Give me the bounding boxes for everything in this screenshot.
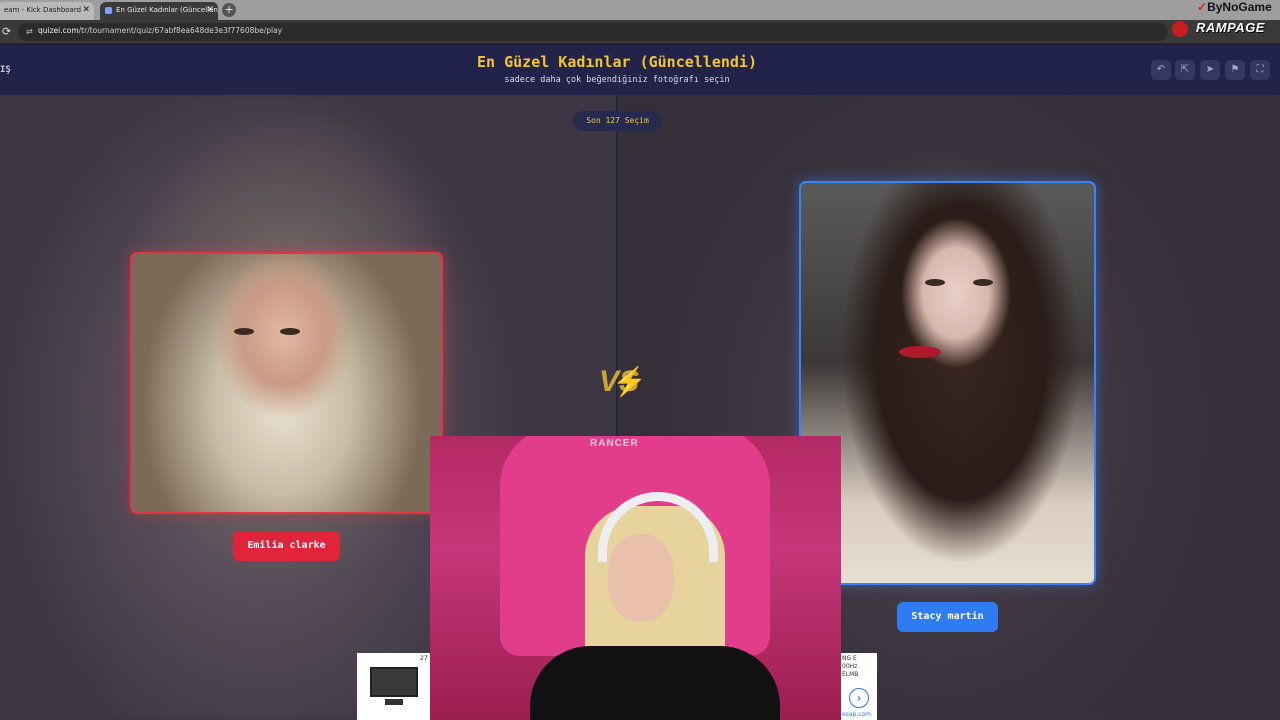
- rampage-logo: RAMPAGE: [1170, 18, 1280, 40]
- ad-text: NG E: [842, 655, 857, 662]
- left-choice-name-button[interactable]: Emilia clarke: [233, 531, 340, 561]
- site-info-icon[interactable]: ⇄: [26, 27, 33, 36]
- webcam-overlay: RANCER: [430, 436, 841, 720]
- photo-detail: [899, 346, 941, 358]
- photo-detail: [973, 279, 993, 286]
- reload-icon[interactable]: ⟳: [2, 25, 11, 38]
- url-text: quizei.com/tr/tournament/quiz/67abf8ea64…: [38, 26, 282, 35]
- ad-monitor-left[interactable]: 27: [357, 653, 430, 720]
- monitor-image: [370, 667, 418, 697]
- fullscreen-icon: ⛶: [1256, 64, 1264, 75]
- share-button[interactable]: ⇱: [1175, 60, 1195, 80]
- page-title: En Güzel Kadınlar (Güncellendi): [477, 53, 757, 71]
- vs-emblem: VS ⚡: [594, 365, 647, 405]
- send-icon: ➤: [1205, 64, 1215, 75]
- ad-text: 00Hz: [842, 663, 858, 670]
- right-choice-photo[interactable]: [799, 181, 1096, 585]
- undo-button[interactable]: ↶: [1151, 60, 1171, 80]
- browser-tab-strip: eam - Kick Dashboard ✕ En Güzel Kadınlar…: [0, 0, 1280, 20]
- brand-text: ByNoGame: [1207, 0, 1272, 14]
- brand-text: RAMPAGE: [1196, 20, 1265, 35]
- report-button[interactable]: ⚑: [1225, 60, 1245, 80]
- fullscreen-button[interactable]: ⛶: [1250, 60, 1270, 80]
- url-input[interactable]: ⇄ quizei.com/tr/tournament/quiz/67abf8ea…: [18, 23, 1168, 41]
- right-choice-name-button[interactable]: Stacy martin: [897, 602, 998, 632]
- rampage-emblem-icon: [1172, 21, 1188, 37]
- share-icon: ⇱: [1180, 64, 1190, 75]
- send-button[interactable]: ➤: [1200, 60, 1220, 80]
- monitor-stand: [385, 699, 403, 705]
- ad-text: esap.com: [842, 711, 872, 718]
- selection-counter-badge: Son 127 Seçim: [573, 111, 662, 131]
- ad-tag: 27: [420, 655, 428, 662]
- ad-banner-right[interactable]: NG E 00Hz ELMB › esap.com: [841, 653, 877, 720]
- photo-detail: [234, 328, 254, 335]
- tab-quiz-active[interactable]: En Güzel Kadınlar (Güncellendi ✕: [100, 2, 218, 20]
- tab-label: eam - Kick Dashboard: [4, 6, 82, 14]
- page-subtitle: sadece daha çok beğendiğiniz fotoğrafı s…: [504, 75, 730, 85]
- new-tab-button[interactable]: +: [222, 3, 236, 17]
- chair-brand-text: RANCER: [590, 438, 639, 449]
- flag-icon: ⚑: [1230, 64, 1240, 75]
- tab-label: En Güzel Kadınlar (Güncellendi: [116, 6, 218, 14]
- streamer-body: [530, 646, 780, 720]
- close-icon[interactable]: ✕: [82, 2, 90, 18]
- left-choice-photo[interactable]: [130, 252, 443, 514]
- photo-detail: [925, 279, 945, 286]
- chevron-right-icon[interactable]: ›: [849, 688, 869, 708]
- tab-kick-dashboard[interactable]: eam - Kick Dashboard ✕: [0, 2, 94, 20]
- lightning-icon: ⚡: [612, 366, 647, 397]
- quiz-header: IŞ En Güzel Kadınlar (Güncellendi) sadec…: [0, 45, 1280, 95]
- ad-text: ELMB: [842, 671, 859, 678]
- url-path: /tr/tournament/quiz/67abf8ea648de3e3f776…: [78, 26, 283, 35]
- photo-detail: [280, 328, 300, 335]
- close-icon[interactable]: ✕: [206, 2, 214, 18]
- bynogame-logo: ✓ByNoGame: [1197, 0, 1272, 14]
- url-host: quizei.com: [38, 26, 79, 35]
- address-bar: ⟳ ⇄ quizei.com/tr/tournament/quiz/67abf8…: [0, 20, 1280, 44]
- favicon-icon: [105, 7, 112, 14]
- undo-icon: ↶: [1156, 64, 1166, 75]
